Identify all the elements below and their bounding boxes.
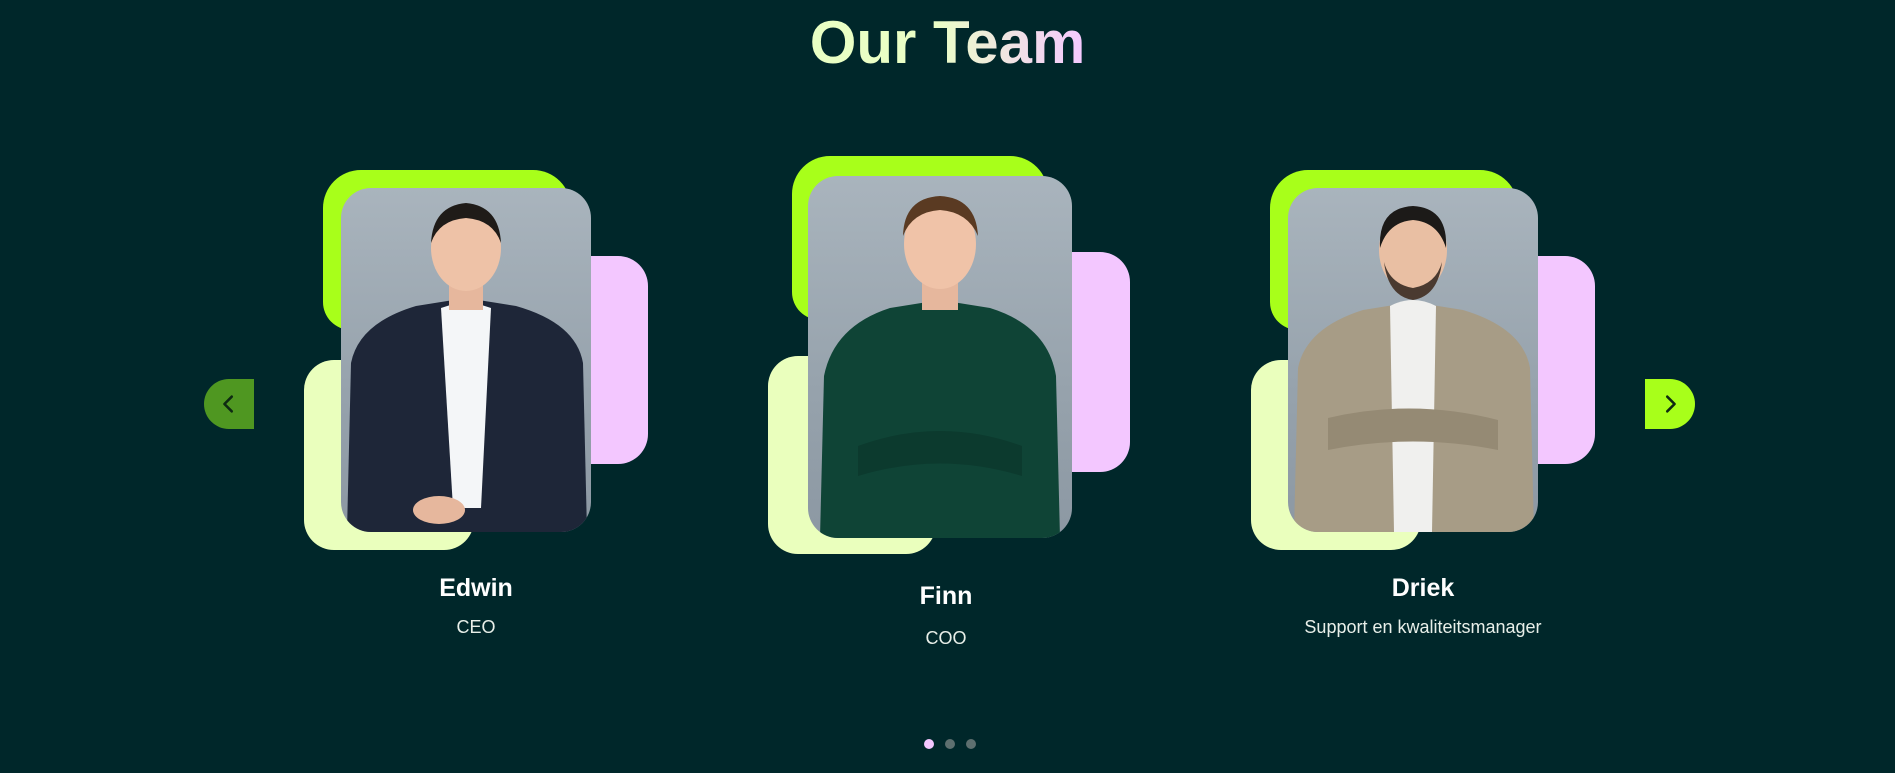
team-member-name: Driek	[1391, 574, 1455, 602]
team-photo-driek	[1288, 188, 1538, 532]
team-card-driek: Driek Support en kwaliteitsmanager	[1223, 160, 1623, 720]
team-member-name: Finn	[919, 582, 973, 610]
section-title: Our Team	[809, 9, 1086, 76]
team-card-finn: Finn COO	[746, 150, 1146, 710]
carousel-prev-button[interactable]	[204, 379, 254, 429]
team-card-edwin: Edwin CEO	[276, 160, 676, 720]
team-member-name: Edwin	[439, 574, 513, 602]
chevron-left-icon	[223, 395, 234, 413]
team-member-role: Support en kwaliteitsmanager	[1304, 617, 1542, 637]
pagination-dot-1[interactable]	[924, 739, 934, 749]
pagination-dot-3[interactable]	[966, 739, 976, 749]
team-photo-finn	[808, 176, 1072, 538]
team-photo-edwin	[341, 188, 591, 532]
team-member-role: CEO	[456, 617, 496, 637]
carousel-next-button[interactable]	[1645, 379, 1695, 429]
carousel-pagination	[924, 739, 976, 749]
team-member-role: COO	[925, 628, 967, 648]
chevron-right-icon	[1665, 395, 1676, 413]
pagination-dot-2[interactable]	[945, 739, 955, 749]
